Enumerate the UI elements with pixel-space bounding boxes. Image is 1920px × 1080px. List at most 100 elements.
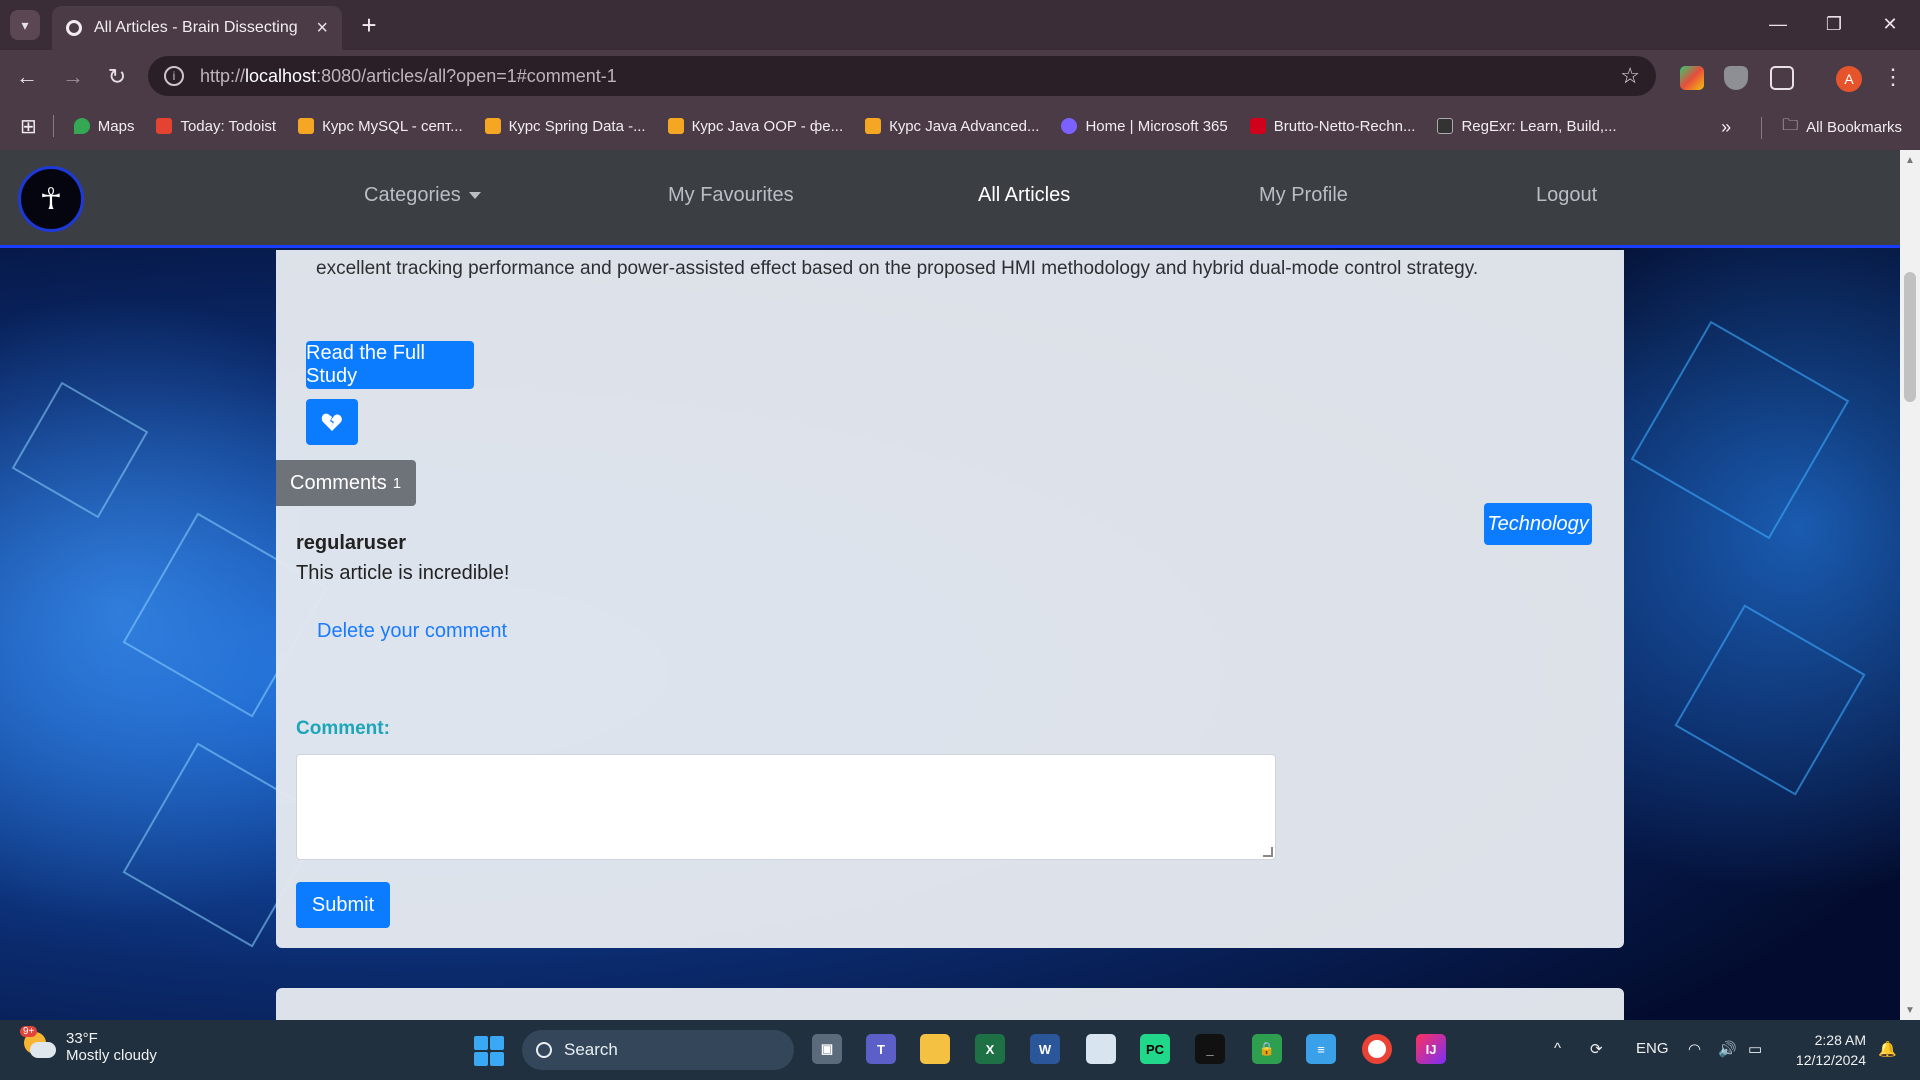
notepad-icon[interactable]: ≡ bbox=[1306, 1034, 1336, 1064]
wifi-icon[interactable]: ◠ bbox=[1688, 1040, 1701, 1058]
pycharm-icon[interactable]: PC bbox=[1140, 1034, 1170, 1064]
back-button[interactable]: ← bbox=[10, 60, 44, 94]
more-bookmarks-icon[interactable]: » bbox=[1721, 117, 1731, 138]
browser-menu-icon[interactable]: ⋮ bbox=[1876, 60, 1910, 94]
comment-textarea[interactable] bbox=[296, 754, 1276, 860]
battery-icon[interactable]: ▭ bbox=[1748, 1040, 1762, 1058]
unfavourite-button[interactable] bbox=[306, 399, 358, 445]
folder-icon: 🗀 bbox=[1782, 117, 1799, 134]
weather-cloud-sun-icon: 9+ bbox=[20, 1026, 56, 1062]
task-view-icon[interactable]: ▣ bbox=[812, 1034, 842, 1064]
url-prefix: http:// bbox=[200, 65, 246, 86]
page-viewport: ☥ Categories My Favourites All Articles … bbox=[0, 150, 1920, 1020]
bookmark-item[interactable]: Home | Microsoft 365 bbox=[1061, 118, 1228, 135]
broken-heart-icon bbox=[321, 413, 342, 431]
site-info-icon[interactable]: i bbox=[164, 66, 184, 86]
scrollbar-thumb[interactable] bbox=[1904, 272, 1916, 402]
bookmark-item[interactable]: Курс MySQL - септ... bbox=[298, 118, 463, 135]
taskbar-search-label: Search bbox=[564, 1040, 618, 1059]
profile-avatar[interactable]: A bbox=[1836, 66, 1862, 92]
resize-grip-icon[interactable] bbox=[1263, 847, 1273, 857]
terminal-icon[interactable]: _ bbox=[1195, 1034, 1225, 1064]
softuni-icon bbox=[667, 118, 684, 134]
browser-tab[interactable]: All Articles - Brain Dissecting × bbox=[52, 6, 342, 50]
close-tab-icon[interactable]: × bbox=[316, 17, 328, 40]
bookmark-item[interactable]: Brutto-Netto-Rechn... bbox=[1249, 118, 1415, 135]
forward-button[interactable]: → bbox=[56, 60, 90, 94]
bookmark-item[interactable]: RegExr: Learn, Build,... bbox=[1437, 118, 1617, 135]
bookmark-item[interactable]: Курс Spring Data -... bbox=[484, 118, 646, 135]
taskbar-search[interactable]: Search bbox=[522, 1030, 794, 1070]
nav-my-profile[interactable]: My Profile bbox=[1259, 184, 1348, 207]
category-badge[interactable]: Technology bbox=[1484, 503, 1592, 545]
read-full-study-button[interactable]: Read the Full Study bbox=[306, 341, 474, 389]
browser-tab-bar: ▾ All Articles - Brain Dissecting × + — … bbox=[0, 0, 1920, 50]
bookmark-item[interactable]: Today: Todoist bbox=[156, 118, 276, 135]
nav-logout[interactable]: Logout bbox=[1536, 184, 1597, 207]
bookmark-item[interactable]: Курс Java Advanced... bbox=[865, 118, 1039, 135]
tab-search-button[interactable]: ▾ bbox=[10, 10, 40, 40]
sync-icon[interactable]: ⟳ bbox=[1590, 1040, 1603, 1058]
photos-icon[interactable] bbox=[1086, 1034, 1116, 1064]
minimize-button[interactable]: — bbox=[1758, 8, 1798, 40]
site-navbar: ☥ Categories My Favourites All Articles … bbox=[0, 150, 1900, 248]
nav-categories-dropdown[interactable]: Categories bbox=[364, 184, 481, 207]
reload-button[interactable]: ↻ bbox=[100, 60, 134, 94]
article-card: excellent tracking performance and power… bbox=[276, 250, 1624, 948]
language-indicator[interactable]: ENG bbox=[1636, 1040, 1669, 1057]
bookmark-item[interactable]: Курс Java OOP - фе... bbox=[667, 118, 843, 135]
apps-grid-icon[interactable]: ⊞ bbox=[20, 114, 37, 139]
extensions-puzzle-icon[interactable] bbox=[1770, 66, 1794, 90]
extension-icon[interactable] bbox=[1680, 66, 1704, 90]
close-window-button[interactable]: ✕ bbox=[1870, 8, 1910, 40]
bookmark-item[interactable]: Maps bbox=[73, 118, 134, 135]
url-rest: :8080/articles/all?open=1#comment-1 bbox=[316, 65, 617, 86]
excel-icon[interactable]: X bbox=[975, 1034, 1005, 1064]
chevron-down-icon: ▾ bbox=[21, 16, 29, 33]
scroll-down-icon[interactable]: ▼ bbox=[1900, 1000, 1920, 1020]
maps-pin-icon bbox=[73, 118, 90, 134]
clock-date: 12/12/2024 bbox=[1795, 1052, 1866, 1068]
softuni-icon bbox=[865, 118, 882, 134]
weather-condition: Mostly cloudy bbox=[66, 1047, 157, 1064]
intellij-icon[interactable]: IJ bbox=[1416, 1034, 1446, 1064]
site-logo[interactable]: ☥ bbox=[18, 166, 84, 232]
bookmark-star-icon[interactable]: ☆ bbox=[1620, 63, 1640, 89]
article-summary-text: excellent tracking performance and power… bbox=[316, 258, 1479, 279]
shield-icon[interactable] bbox=[1724, 66, 1748, 90]
next-article-card bbox=[276, 988, 1624, 1020]
comment-author: regularuser bbox=[296, 532, 407, 554]
bookmarks-bar: ⊞ Maps Today: Todoist Курс MySQL - септ.… bbox=[0, 102, 1920, 150]
file-explorer-icon[interactable] bbox=[920, 1034, 950, 1064]
tab-title: All Articles - Brain Dissecting bbox=[94, 19, 298, 36]
word-icon[interactable]: W bbox=[1030, 1034, 1060, 1064]
teams-icon[interactable]: T bbox=[866, 1034, 896, 1064]
windows-start-icon[interactable] bbox=[474, 1036, 504, 1066]
submit-comment-button[interactable]: Submit bbox=[296, 882, 390, 928]
restore-button[interactable]: ❐ bbox=[1814, 8, 1854, 40]
robot-logo-icon: ☥ bbox=[39, 182, 63, 216]
weather-temperature: 33°F bbox=[66, 1030, 98, 1047]
new-tab-button[interactable]: + bbox=[354, 10, 384, 40]
comments-toggle-button[interactable]: Comments 1 bbox=[276, 460, 416, 506]
caret-down-icon bbox=[468, 192, 481, 200]
delete-comment-link[interactable]: Delete your comment bbox=[317, 620, 507, 643]
volume-icon[interactable]: 🔊 bbox=[1718, 1040, 1737, 1058]
comments-label: Comments bbox=[290, 471, 387, 494]
lock-app-icon[interactable]: 🔒 bbox=[1252, 1034, 1282, 1064]
search-icon bbox=[536, 1042, 552, 1058]
softuni-icon bbox=[298, 118, 315, 134]
address-bar[interactable]: i http://localhost:8080/articles/all?ope… bbox=[148, 56, 1656, 96]
tray-overflow-icon[interactable]: ^ bbox=[1554, 1040, 1561, 1057]
page-scrollbar[interactable]: ▲ ▼ bbox=[1900, 150, 1920, 1020]
nav-all-articles[interactable]: All Articles bbox=[978, 184, 1070, 207]
notification-bell-icon[interactable]: 🔔 bbox=[1878, 1040, 1897, 1058]
all-bookmarks-button[interactable]: All Bookmarks bbox=[1806, 119, 1902, 136]
scroll-up-icon[interactable]: ▲ bbox=[1900, 150, 1920, 170]
system-clock[interactable]: 2:28 AM 12/12/2024 bbox=[1786, 1030, 1866, 1070]
brutto-netto-icon bbox=[1249, 118, 1266, 134]
weather-widget[interactable]: 9+ 33°F Mostly cloudy bbox=[20, 1026, 157, 1064]
microsoft365-icon bbox=[1061, 118, 1078, 134]
nav-my-favourites[interactable]: My Favourites bbox=[668, 184, 794, 207]
chrome-icon[interactable] bbox=[1362, 1034, 1392, 1064]
